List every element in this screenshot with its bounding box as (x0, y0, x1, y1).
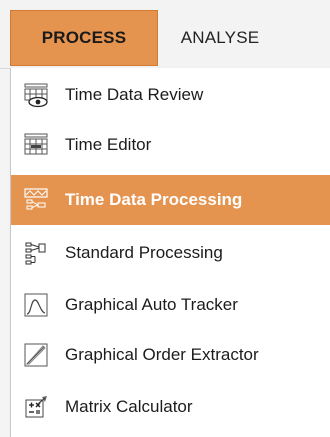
menu-item-time-data-review[interactable]: Time Data Review (11, 70, 330, 120)
menu-item-label: Time Editor (65, 135, 152, 154)
time-editor-icon (23, 132, 49, 158)
menu-item-label: Standard Processing (65, 243, 223, 262)
menu-item-matrix-calculator[interactable]: Matrix Calculator (11, 382, 330, 432)
time-data-review-icon (23, 82, 49, 108)
menu-item-graphical-auto-tracker[interactable]: Graphical Auto Tracker (11, 280, 330, 330)
standard-processing-icon (23, 240, 49, 266)
menu-item-time-editor[interactable]: Time Editor (11, 120, 330, 170)
process-dropdown-menu: Time Data Review Time Editor Time Data P… (10, 68, 330, 437)
matrix-calculator-icon (23, 394, 49, 420)
tab-process[interactable]: PROCESS (10, 10, 158, 66)
menu-item-label: Time Data Review (65, 85, 204, 104)
tab-analyse[interactable]: ANALYSE (160, 10, 280, 66)
graphical-order-extractor-icon (23, 342, 49, 368)
menu-item-label: Graphical Order Extractor (65, 345, 259, 364)
menu-item-label: Graphical Auto Tracker (65, 295, 238, 314)
menu-item-graphical-order-extractor[interactable]: Graphical Order Extractor (11, 330, 330, 380)
graphical-auto-tracker-icon (23, 292, 49, 318)
ribbon-tab-bar: PROCESS ANALYSE (0, 0, 330, 69)
menu-item-time-data-processing[interactable]: Time Data Processing (11, 175, 330, 225)
menu-item-label: Matrix Calculator (65, 397, 193, 416)
time-data-processing-icon (23, 187, 49, 213)
menu-item-label: Time Data Processing (65, 190, 243, 209)
menu-item-standard-processing[interactable]: Standard Processing (11, 228, 330, 278)
